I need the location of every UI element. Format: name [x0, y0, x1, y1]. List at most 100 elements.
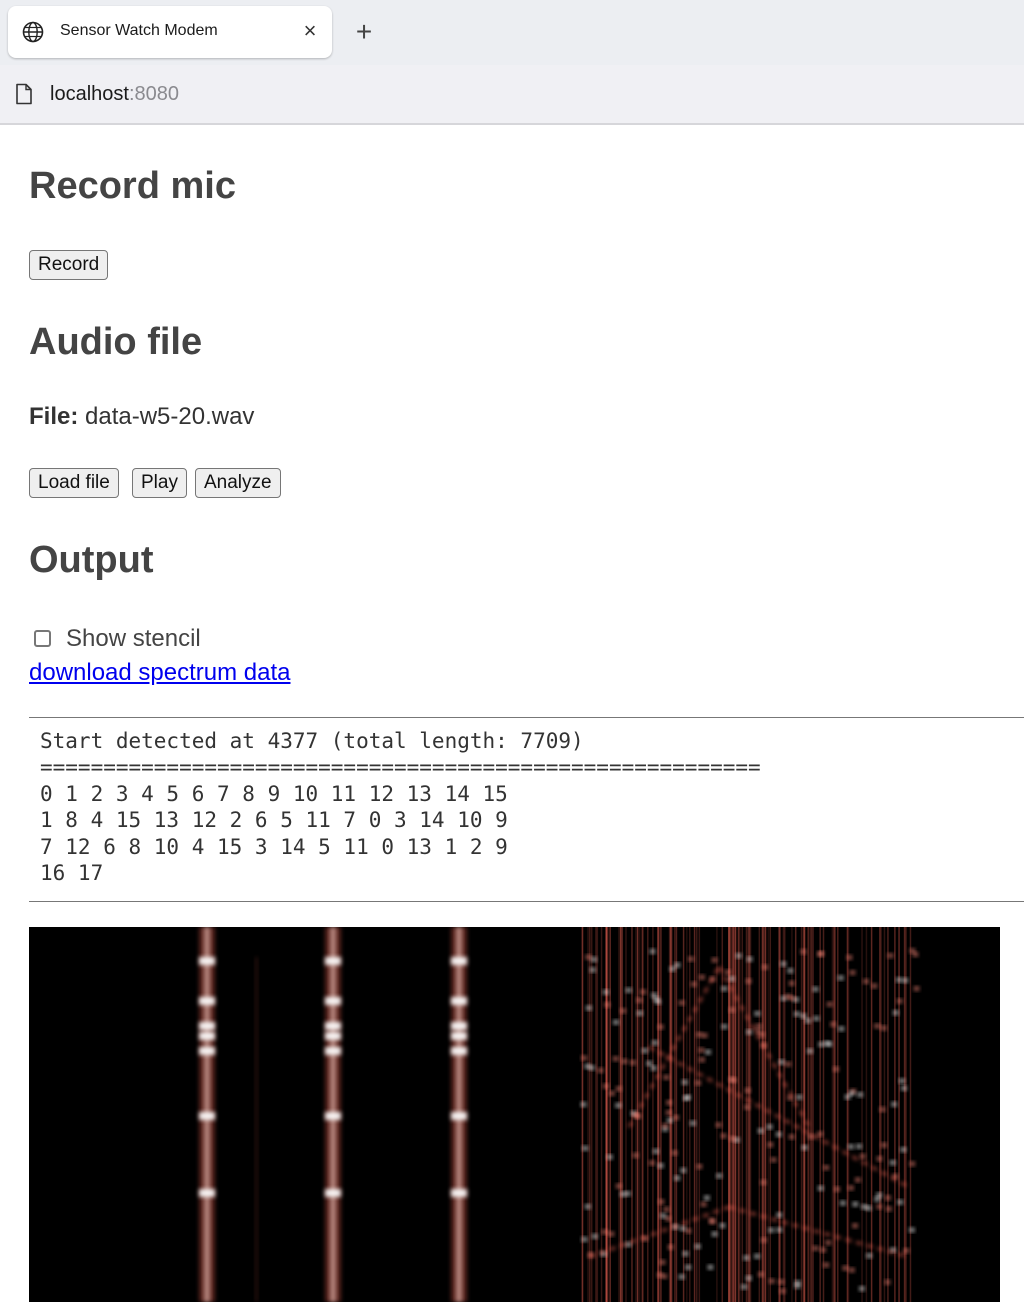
spectrogram-dot	[825, 1240, 831, 1245]
spectrogram-dot	[651, 993, 657, 998]
spectrogram-band	[199, 1022, 215, 1030]
globe-icon	[22, 21, 44, 43]
spectrogram-dot	[857, 1092, 863, 1097]
show-stencil-label[interactable]: Show stencil	[66, 625, 201, 653]
spectrogram-dot	[876, 1193, 882, 1198]
spectrogram-dot	[729, 1077, 735, 1082]
spectrogram-dot	[584, 1064, 590, 1069]
audio-file-heading: Audio file	[29, 321, 203, 363]
spectrogram-dot	[620, 1192, 626, 1197]
spectrogram-dot	[729, 976, 735, 981]
spectrogram-streak	[739, 927, 741, 1302]
spectrogram-band	[451, 1022, 467, 1030]
spectrogram-dot	[662, 1123, 668, 1128]
spectrogram-dot	[603, 1084, 609, 1089]
spectrogram-dot	[823, 1165, 829, 1170]
spectrogram-dot	[861, 1204, 867, 1209]
spectrogram-band	[325, 1047, 341, 1055]
spectrogram-dot	[725, 970, 731, 975]
spectrogram-dot	[852, 1223, 858, 1228]
analyze-button[interactable]: Analyze	[195, 468, 281, 498]
spectrogram-dot	[622, 1059, 628, 1064]
spectrogram-band	[325, 997, 341, 1005]
spectrogram-dot	[859, 1286, 865, 1291]
spectrogram-dot	[581, 1237, 587, 1242]
download-spectrum-link[interactable]: download spectrum data	[29, 659, 291, 687]
spectrogram-streak	[605, 927, 607, 1302]
spectrogram-dot	[848, 1144, 854, 1149]
spectrogram-dot	[842, 1266, 848, 1271]
spectrogram-streak	[784, 927, 786, 1302]
spectrogram-band	[199, 957, 215, 965]
spectrogram-dot	[747, 957, 753, 962]
spectrogram-streak	[809, 927, 811, 1302]
spectrogram-dot	[688, 956, 694, 961]
spectrogram-dot	[789, 981, 795, 986]
spectrogram-dot	[852, 1202, 858, 1207]
output-log-line: 1 8 4 15 13 12 2 6 5 11 7 0 3 14 10 9	[40, 808, 508, 833]
spectrogram-dot	[756, 1024, 762, 1029]
spectrogram-dot	[909, 1227, 915, 1232]
play-button[interactable]: Play	[132, 468, 187, 498]
spectrogram-dot	[721, 986, 727, 991]
spectrogram-dot	[653, 1149, 659, 1154]
browser-tab[interactable]: Sensor Watch Modem ×	[8, 6, 332, 58]
address-bar[interactable]: localhost:8080	[0, 65, 1024, 125]
url-text[interactable]: localhost:8080	[50, 83, 179, 106]
spectrogram-streak	[782, 927, 785, 1302]
close-tab-icon[interactable]: ×	[298, 19, 322, 43]
spectrogram-dot	[695, 1080, 701, 1085]
spectrogram-dot	[655, 999, 661, 1004]
spectrogram-dot	[667, 1118, 673, 1123]
new-tab-button[interactable]: +	[350, 18, 378, 46]
spectrogram-streak	[647, 927, 649, 1302]
output-log: Start detected at 4377 (total length: 77…	[29, 717, 1024, 902]
spectrogram-dot	[780, 961, 786, 966]
spectrogram-dot	[674, 963, 680, 968]
spectrogram-dot	[796, 1095, 802, 1100]
spectrogram-band	[199, 1112, 215, 1120]
spectrogram-dot	[885, 1195, 891, 1200]
spectrogram-streak	[762, 927, 765, 1302]
spectrogram-dot	[897, 1200, 903, 1205]
output-heading: Output	[29, 539, 154, 581]
load-file-button[interactable]: Load file	[29, 468, 119, 498]
spectrogram-dot	[691, 982, 697, 987]
spectrogram-dot	[795, 1280, 801, 1285]
spectrogram-streak	[675, 927, 678, 1302]
spectrogram-dot	[745, 1088, 751, 1093]
spectrogram-dot	[680, 1226, 686, 1231]
spectrogram-dot	[658, 1163, 664, 1168]
show-stencil-checkbox[interactable]	[34, 630, 51, 647]
spectrogram-dot	[863, 979, 869, 984]
spectrogram-streak	[674, 927, 676, 1302]
spectrogram-dot	[896, 977, 902, 982]
spectrogram-dot	[668, 1245, 674, 1250]
spectrogram-dot	[636, 998, 642, 1003]
spectrogram-dot	[887, 953, 893, 958]
spectrogram-streak	[778, 927, 781, 1302]
spectrogram-dot	[801, 1013, 807, 1018]
spectrogram-streak	[641, 927, 644, 1302]
spectrogram-dot	[640, 989, 646, 994]
spectrogram-dot	[613, 1056, 619, 1061]
spectrogram-dot	[716, 1122, 722, 1127]
spectrogram-dot	[881, 1143, 887, 1148]
spectrogram-dot	[589, 1065, 595, 1070]
spectrogram-dot	[672, 1150, 678, 1155]
spectrogram-dot	[746, 1276, 752, 1281]
spectrogram-dot	[741, 1284, 747, 1289]
spectrogram-dot	[637, 1011, 643, 1016]
spectrogram-dot	[702, 1033, 708, 1038]
spectrogram-streak	[883, 927, 886, 1302]
spectrogram-dot	[840, 1201, 846, 1206]
spectrogram-streak	[734, 927, 737, 1302]
spectrogram-dot	[912, 952, 918, 957]
record-button[interactable]: Record	[29, 250, 109, 280]
spectrogram-dot	[874, 1197, 880, 1202]
spectrogram-dot	[581, 1102, 587, 1107]
spectrogram-streak	[595, 927, 597, 1302]
spectrogram-dot	[876, 1204, 882, 1209]
tab-strip: Sensor Watch Modem × +	[0, 0, 1024, 65]
spectrogram-dot	[813, 1016, 819, 1021]
